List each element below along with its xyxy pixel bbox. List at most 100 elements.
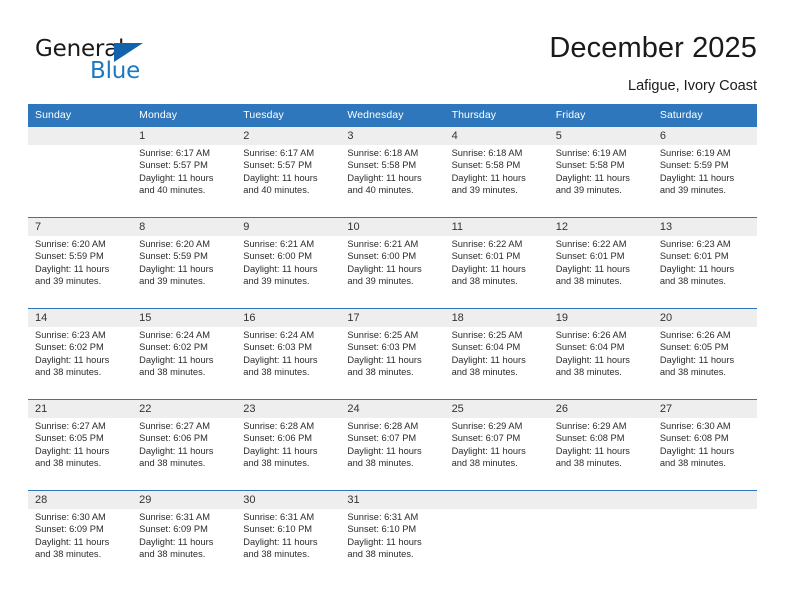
sunset-text: Sunset: 5:58 PM [555, 160, 625, 171]
daylight-text-line2: and 39 minutes. [35, 276, 102, 287]
sunrise-text: Sunrise: 6:18 AM [451, 148, 523, 158]
daylight-text-line2: and 40 minutes. [139, 185, 206, 196]
weekday-header-row: Sunday Monday Tuesday Wednesday Thursday… [28, 104, 757, 127]
calendar-day-cell[interactable]: 7 Sunrise: 6:20 AM Sunset: 5:59 PM Daylight… [28, 217, 133, 309]
day-number: 27 [652, 400, 757, 418]
sunset-text: Sunset: 6:05 PM [35, 433, 104, 444]
calendar-day-cell[interactable]: 20 Sunrise: 6:26 AM Sunset: 6:05 PM Dayligh… [652, 308, 757, 400]
day-details: Sunrise: 6:25 AM Sunset: 6:04 PM Daylight:… [445, 327, 549, 379]
sunrise-text: Sunrise: 6:20 AM [139, 239, 210, 249]
calendar-day-cell[interactable]: 14 Sunrise: 6:23 AM Sunset: 6:02 PM Dayligh… [28, 308, 133, 400]
brand-logo[interactable]: General Blue [35, 36, 215, 86]
day-number: 31 [340, 491, 445, 509]
daylight-text-line1: Daylight: 11 hours [555, 172, 630, 183]
calendar-week-row: 7 Sunrise: 6:20 AM Sunset: 5:59 PM Daylight… [28, 217, 757, 309]
sunrise-text: Sunrise: 6:31 AM [347, 512, 419, 522]
calendar-day-cell-empty [444, 490, 549, 576]
sunset-text: Sunset: 6:06 PM [243, 433, 313, 444]
calendar-day-cell[interactable]: 24 Sunrise: 6:28 AM Sunset: 6:07 PM Dayligh… [340, 399, 445, 491]
sunrise-text: Sunrise: 6:31 AM [243, 512, 315, 522]
calendar-day-cell[interactable]: 26 Sunrise: 6:29 AM Sunset: 6:08 PM Dayligh… [548, 399, 653, 491]
calendar-day-cell[interactable]: 19 Sunrise: 6:26 AM Sunset: 6:04 PM Dayligh… [548, 308, 653, 400]
sunrise-text: Sunrise: 6:29 AM [555, 421, 627, 431]
daylight-text-line2: and 38 minutes. [451, 458, 518, 469]
daylight-text-line2: and 38 minutes. [659, 367, 726, 378]
calendar-day-cell[interactable]: 25 Sunrise: 6:29 AM Sunset: 6:07 PM Dayligh… [444, 399, 549, 491]
day-details: Sunrise: 6:31 AM Sunset: 6:10 PM Daylight:… [236, 509, 340, 561]
daylight-text-line1: Daylight: 11 hours [243, 354, 318, 365]
calendar-day-cell[interactable]: 28 Sunrise: 6:30 AM Sunset: 6:09 PM Dayligh… [28, 490, 133, 576]
calendar-day-cell[interactable]: 2 Sunrise: 6:17 AM Sunset: 5:57 PM Daylight… [236, 126, 341, 218]
calendar-day-cell[interactable]: 10 Sunrise: 6:21 AM Sunset: 6:00 PM Dayligh… [340, 217, 445, 309]
daylight-text-line2: and 38 minutes. [451, 367, 518, 378]
calendar-day-cell[interactable]: 23 Sunrise: 6:28 AM Sunset: 6:06 PM Dayligh… [236, 399, 341, 491]
day-number: 10 [340, 218, 445, 236]
day-number: 22 [132, 400, 237, 418]
calendar-day-cell[interactable]: 4 Sunrise: 6:18 AM Sunset: 5:58 PM Daylight… [444, 126, 549, 218]
day-details: Sunrise: 6:31 AM Sunset: 6:10 PM Daylight:… [340, 509, 444, 561]
sunrise-text: Sunrise: 6:25 AM [347, 330, 419, 340]
daylight-text-line1: Daylight: 11 hours [243, 536, 318, 547]
calendar-day-cell[interactable]: 27 Sunrise: 6:30 AM Sunset: 6:08 PM Dayligh… [652, 399, 757, 491]
day-number: 6 [652, 127, 757, 145]
day-details: Sunrise: 6:26 AM Sunset: 6:05 PM Daylight:… [653, 327, 757, 379]
calendar-day-cell[interactable]: 31 Sunrise: 6:31 AM Sunset: 6:10 PM Dayligh… [340, 490, 445, 576]
day-number: 3 [340, 127, 445, 145]
sunset-text: Sunset: 6:09 PM [139, 524, 208, 535]
calendar-day-cell[interactable]: 15 Sunrise: 6:24 AM Sunset: 6:02 PM Dayligh… [132, 308, 237, 400]
day-details: Sunrise: 6:25 AM Sunset: 6:03 PM Daylight:… [340, 327, 444, 379]
sunset-text: Sunset: 5:57 PM [243, 160, 313, 171]
sunset-text: Sunset: 6:08 PM [555, 433, 625, 444]
day-details: Sunrise: 6:27 AM Sunset: 6:06 PM Daylight:… [132, 418, 236, 470]
calendar-day-cell[interactable]: 13 Sunrise: 6:23 AM Sunset: 6:01 PM Dayligh… [652, 217, 757, 309]
day-number: 23 [236, 400, 341, 418]
calendar-day-cell[interactable]: 12 Sunrise: 6:22 AM Sunset: 6:01 PM Dayligh… [548, 217, 653, 309]
calendar-day-cell[interactable]: 30 Sunrise: 6:31 AM Sunset: 6:10 PM Dayligh… [236, 490, 341, 576]
calendar-day-cell[interactable]: 3 Sunrise: 6:18 AM Sunset: 5:58 PM Daylight… [340, 126, 445, 218]
calendar-day-cell[interactable]: 17 Sunrise: 6:25 AM Sunset: 6:03 PM Dayligh… [340, 308, 445, 400]
daylight-text-line2: and 38 minutes. [139, 458, 206, 469]
day-number [28, 127, 133, 145]
daylight-text-line2: and 38 minutes. [347, 367, 414, 378]
day-number: 2 [236, 127, 341, 145]
daylight-text-line1: Daylight: 11 hours [139, 263, 214, 274]
calendar-day-cell-empty [28, 126, 133, 218]
daylight-text-line1: Daylight: 11 hours [659, 445, 735, 456]
day-details: Sunrise: 6:21 AM Sunset: 6:00 PM Daylight:… [236, 236, 340, 288]
daylight-text-line1: Daylight: 11 hours [139, 536, 214, 547]
calendar-day-cell[interactable]: 6 Sunrise: 6:19 AM Sunset: 5:59 PM Daylight… [652, 126, 757, 218]
day-details: Sunrise: 6:23 AM Sunset: 6:01 PM Daylight:… [653, 236, 757, 288]
sunset-text: Sunset: 6:10 PM [347, 524, 417, 535]
daylight-text-line2: and 39 minutes. [347, 276, 414, 287]
calendar-day-cell[interactable]: 11 Sunrise: 6:22 AM Sunset: 6:01 PM Dayligh… [444, 217, 549, 309]
sunset-text: Sunset: 5:59 PM [659, 160, 729, 171]
sunset-text: Sunset: 6:00 PM [347, 251, 417, 262]
calendar-day-cell[interactable]: 16 Sunrise: 6:24 AM Sunset: 6:03 PM Dayligh… [236, 308, 341, 400]
daylight-text-line1: Daylight: 11 hours [35, 536, 110, 547]
calendar-day-cell[interactable]: 5 Sunrise: 6:19 AM Sunset: 5:58 PM Daylight… [548, 126, 653, 218]
calendar-day-cell[interactable]: 9 Sunrise: 6:21 AM Sunset: 6:00 PM Daylight… [236, 217, 341, 309]
day-details: Sunrise: 6:17 AM Sunset: 5:57 PM Daylight:… [236, 145, 340, 197]
day-number: 12 [548, 218, 653, 236]
daylight-text-line1: Daylight: 11 hours [451, 445, 526, 456]
calendar-day-cell[interactable]: 22 Sunrise: 6:27 AM Sunset: 6:06 PM Dayligh… [132, 399, 237, 491]
daylight-text-line2: and 38 minutes. [35, 549, 102, 560]
daylight-text-line1: Daylight: 11 hours [451, 172, 526, 183]
day-details: Sunrise: 6:31 AM Sunset: 6:09 PM Daylight:… [132, 509, 236, 561]
calendar-day-cell[interactable]: 21 Sunrise: 6:27 AM Sunset: 6:05 PM Dayligh… [28, 399, 133, 491]
calendar-day-cell[interactable]: 18 Sunrise: 6:25 AM Sunset: 6:04 PM Dayligh… [444, 308, 549, 400]
day-number [444, 491, 549, 509]
day-details: Sunrise: 6:24 AM Sunset: 6:02 PM Daylight:… [132, 327, 236, 379]
calendar-day-cell[interactable]: 8 Sunrise: 6:20 AM Sunset: 5:59 PM Daylight… [132, 217, 237, 309]
calendar-day-cell-empty [548, 490, 653, 576]
calendar-day-cell[interactable]: 1 Sunrise: 6:17 AM Sunset: 5:57 PM Daylight… [132, 126, 237, 218]
sunrise-text: Sunrise: 6:23 AM [35, 330, 106, 340]
weekday-header-wednesday: Wednesday [340, 104, 445, 127]
location-subtitle: Lafigue, Ivory Coast [628, 78, 757, 94]
sunset-text: Sunset: 6:08 PM [659, 433, 729, 444]
sunrise-text: Sunrise: 6:30 AM [35, 512, 106, 522]
day-number: 17 [340, 309, 445, 327]
sunrise-text: Sunrise: 6:27 AM [35, 421, 106, 431]
daylight-text-line2: and 39 minutes. [243, 276, 310, 287]
calendar-day-cell[interactable]: 29 Sunrise: 6:31 AM Sunset: 6:09 PM Dayligh… [132, 490, 237, 576]
